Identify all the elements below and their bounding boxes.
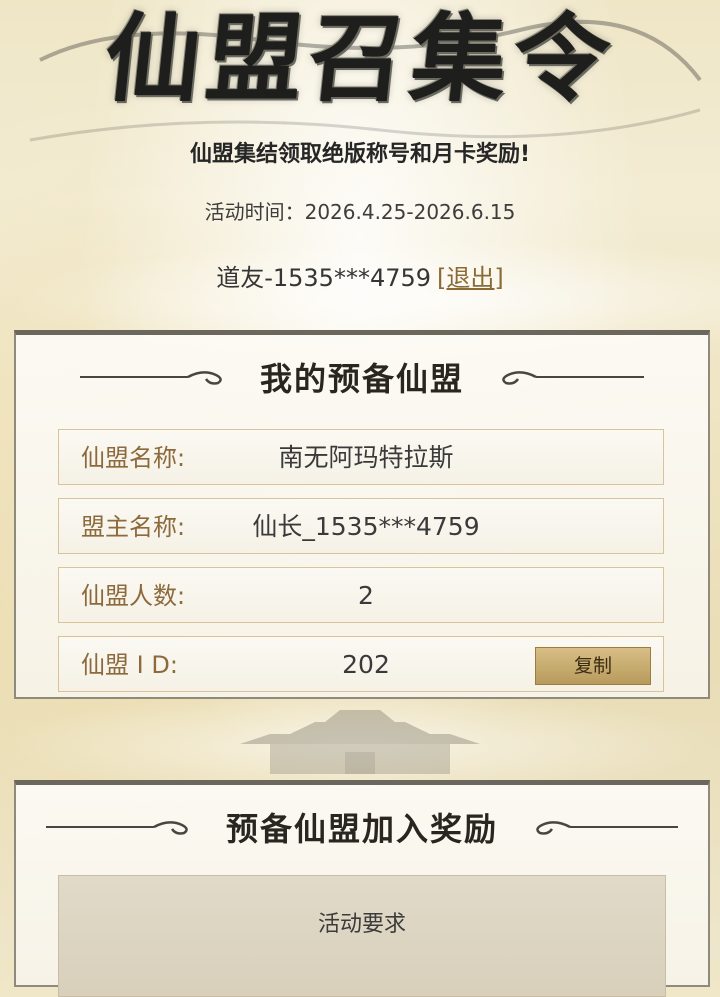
user-name: 道友-1535***4759 <box>216 264 432 292</box>
panel-header: 我的预备仙盟 <box>16 335 708 419</box>
temple-illustration <box>240 710 480 774</box>
union-name-label: 仙盟名称: <box>81 444 186 472</box>
reward-title: 预备仙盟加入奖励 <box>225 810 498 848</box>
leader-name-row: 盟主名称: 仙长_1535***4759 <box>58 498 664 554</box>
requirement-box: 活动要求 <box>58 875 666 997</box>
requirement-label: 活动要求 <box>317 912 406 937</box>
my-union-title: 我的预备仙盟 <box>259 360 464 398</box>
right-ornament-icon <box>502 371 644 385</box>
union-id-label: 仙盟 I D: <box>81 651 178 679</box>
panel-header: 预备仙盟加入奖励 <box>16 785 708 869</box>
reward-panel: 预备仙盟加入奖励 活动要求 <box>14 780 710 997</box>
logout-link[interactable]: [退出] <box>437 264 504 292</box>
leader-name-label: 盟主名称: <box>81 513 186 541</box>
event-subtitle: 仙盟集结领取绝版称号和月卡奖励! <box>189 142 531 167</box>
right-ornament-icon <box>536 821 678 835</box>
left-ornament-icon <box>45 821 188 835</box>
member-count-row: 仙盟人数: 2 <box>58 567 664 623</box>
member-count-label: 仙盟人数: <box>81 582 186 610</box>
event-time: 活动时间：2026.4.25-2026.6.15 <box>204 200 516 224</box>
my-union-panel: 我的预备仙盟 仙盟名称: 南无阿玛特拉斯 盟主名称: 仙长_1535***475… <box>14 330 710 699</box>
left-ornament-icon <box>79 371 222 385</box>
page-title: 仙盟召集令 <box>99 2 622 115</box>
union-name-row: 仙盟名称: 南无阿玛特拉斯 <box>58 429 664 485</box>
member-count-value: 2 <box>358 581 374 610</box>
user-info: 道友-1535***4759 [退出] <box>0 258 720 293</box>
union-id-value: 202 <box>342 650 390 679</box>
union-id-row: 仙盟 I D: 202 复制 <box>58 636 664 692</box>
leader-name-value: 仙长_1535***4759 <box>252 512 480 541</box>
union-name-value: 南无阿玛特拉斯 <box>278 443 454 472</box>
copy-button[interactable]: 复制 <box>535 647 651 685</box>
